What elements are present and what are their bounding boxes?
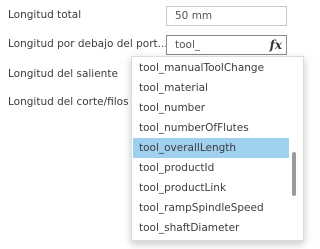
total-length-field[interactable]: 50 mm (166, 6, 287, 26)
autocomplete-option[interactable]: tool_productLink (133, 178, 289, 198)
shoulder-length-label: Longitud del saliente (8, 68, 118, 80)
length-below-holder-field[interactable]: tool_ fx (166, 35, 287, 55)
total-length-label: Longitud total (8, 9, 82, 21)
length-below-holder-value: tool_ (175, 39, 201, 51)
autocomplete-option[interactable]: tool_rampSpindleSpeed (133, 198, 289, 218)
autocomplete-option[interactable]: tool_material (133, 78, 289, 98)
fx-icon[interactable]: fx (270, 36, 282, 54)
autocomplete-dropdown: tool_manualToolChange tool_material tool… (131, 56, 304, 241)
autocomplete-option[interactable]: tool_manualToolChange (133, 58, 289, 78)
autocomplete-option[interactable]: tool_numberOfFlutes (133, 118, 289, 138)
autocomplete-option[interactable]: tool_productId (133, 158, 289, 178)
autocomplete-option[interactable]: tool_number (133, 98, 289, 118)
flute-length-label: Longitud del corte/filos (8, 96, 129, 108)
length-below-holder-label: Longitud por debajo del port... (8, 38, 168, 50)
autocomplete-option[interactable]: tool_shaftDiameter (133, 218, 289, 238)
autocomplete-option-selected[interactable]: tool_overallLength (133, 138, 289, 158)
dropdown-scrollbar[interactable] (292, 152, 296, 196)
